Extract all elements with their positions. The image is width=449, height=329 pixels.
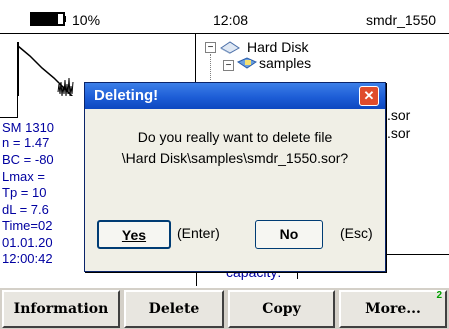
yes-button[interactable]: Yes — [97, 220, 171, 249]
dialog-title: Deleting! — [94, 87, 159, 104]
folder-icon — [237, 57, 257, 69]
dialog-message-line-1: Do you really want to delete file — [137, 129, 333, 145]
battery-icon — [30, 12, 66, 26]
param-line: Tp = 10 — [2, 185, 47, 200]
copy-button-label: Copy — [262, 301, 301, 317]
no-button-label: No — [279, 226, 299, 242]
hard-disk-icon — [220, 41, 240, 54]
tree-item-file[interactable]: .sor — [387, 106, 410, 124]
param-line: dL = 7.6 — [2, 202, 49, 217]
delete-button[interactable]: Delete — [124, 290, 224, 328]
close-icon[interactable]: ✕ — [359, 86, 379, 106]
param-line: SM 1310 — [2, 120, 55, 135]
current-file: smdr_1550 — [366, 12, 437, 28]
collapse-toggle-icon[interactable]: − — [223, 60, 234, 71]
bottom-toolbar: Information Delete Copy More... 2 — [0, 288, 449, 329]
status-bar: 10% 12:08 smdr_1550 — [0, 0, 449, 34]
information-button[interactable]: Information — [2, 290, 120, 328]
no-button[interactable]: No — [255, 220, 323, 249]
param-line: 12:00:42 — [2, 251, 53, 266]
param-line: n = 1.47 — [2, 135, 50, 150]
copy-button[interactable]: Copy — [228, 290, 335, 328]
tree-item-file[interactable]: .sor — [387, 124, 410, 142]
param-line: 01.01.20 — [2, 235, 53, 250]
battery-level: 10% — [72, 12, 101, 28]
more-button-label: More... — [365, 301, 421, 317]
information-button-label: Information — [13, 301, 109, 317]
collapse-toggle-icon[interactable]: − — [205, 42, 216, 53]
no-shortcut-hint: (Esc) — [340, 225, 373, 241]
yes-button-label: Yes — [121, 227, 147, 243]
param-line: Lmax = — [2, 169, 45, 184]
delete-button-label: Delete — [148, 301, 200, 317]
clock: 12:08 — [213, 12, 249, 28]
param-line: BC = -80 — [2, 152, 54, 167]
param-line: Time=02 — [2, 218, 53, 233]
dialog-message-line-2: \Hard Disk\samples\smdr_1550.sor? — [121, 150, 349, 166]
tree-item-samples[interactable]: samples — [259, 54, 311, 72]
delete-confirm-dialog: Deleting! ✕ Do you really want to delete… — [84, 82, 386, 272]
more-badge: 2 — [436, 290, 442, 301]
device-screen: 10% 12:08 smdr_1550 − Hard Disk − sample… — [0, 0, 449, 329]
more-button[interactable]: More... 2 — [339, 290, 447, 328]
dialog-title-bar: Deleting! ✕ — [85, 83, 385, 109]
yes-shortcut-hint: (Enter) — [177, 225, 220, 241]
